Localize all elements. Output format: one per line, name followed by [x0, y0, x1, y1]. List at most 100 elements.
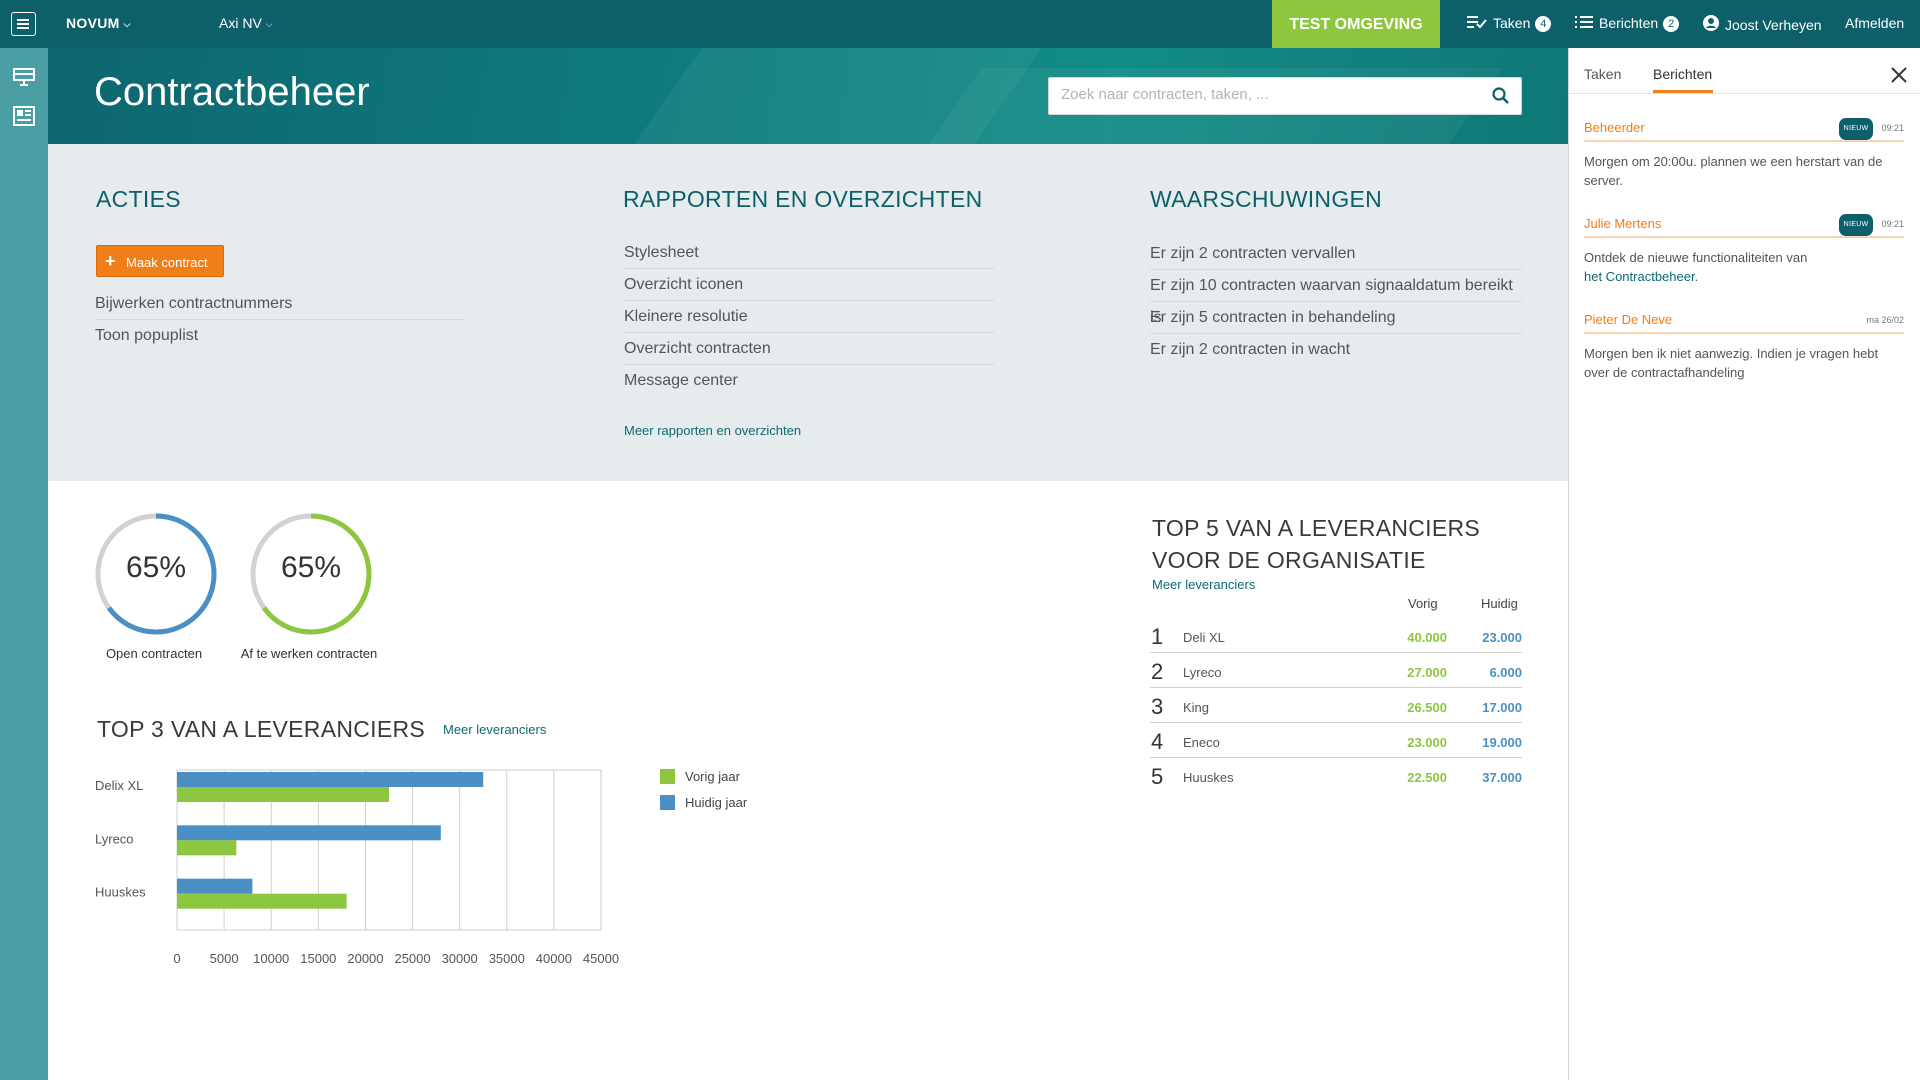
messages-label: Berichten [1599, 15, 1659, 31]
message-sender: Beheerder [1584, 120, 1645, 135]
x-tick-label: 25000 [394, 951, 430, 966]
message-meta: NIEUW 09:21 [1838, 118, 1904, 140]
user-menu[interactable]: Joost Verheyen [1703, 15, 1822, 35]
page-title: Contractbeheer [94, 70, 370, 114]
top3-more-link[interactable]: Meer leveranciers [443, 722, 546, 737]
report-item[interactable]: Overzicht contracten [624, 333, 994, 365]
organisation-label: Axi NV [219, 15, 262, 31]
bar [177, 787, 389, 802]
gauge-label: Af te werken contracten [240, 646, 378, 661]
supplier-name: King [1183, 700, 1210, 715]
tab-tasks[interactable]: Taken [1584, 66, 1621, 82]
cur-value: 6.000 [1489, 665, 1522, 680]
table-header: Vorig Huidig [1150, 596, 1522, 618]
environment-banner: TEST OMGEVING [1272, 0, 1440, 48]
report-item[interactable]: Message center [624, 365, 994, 397]
action-update-numbers[interactable]: Bijwerken contractnummers [95, 288, 465, 320]
table-row[interactable]: 1 Deli XL 40.000 23.000 [1150, 618, 1522, 653]
gauge-value: 65% [280, 551, 342, 584]
legend-swatch [660, 769, 675, 784]
bar-chart-svg: 0 5000 10000 15000 20000 25000 30000 35000 40000… [95, 769, 619, 966]
new-badge: NIEUW [1838, 214, 1874, 236]
brand-selector[interactable]: NOVUM ⌵ [66, 15, 131, 31]
page-header: Contractbeheer [48, 48, 1568, 144]
messages-link[interactable]: Berichten 2 [1575, 15, 1680, 33]
message-meta: ma 26/02 [1866, 310, 1904, 330]
report-item[interactable]: Stylesheet [624, 237, 994, 269]
user-name: Joost Verheyen [1725, 17, 1822, 33]
left-rail [0, 48, 48, 1080]
search-box [1048, 77, 1522, 115]
x-tick-label: 30000 [442, 951, 478, 966]
search-icon[interactable] [1491, 86, 1511, 106]
more-reports-link[interactable]: Meer rapporten en overzichten [624, 423, 801, 438]
search-input[interactable] [1061, 86, 1481, 103]
tasks-count-badge: 4 [1535, 16, 1552, 32]
open-contracts-gauge: 65% [93, 511, 219, 637]
prev-value: 27.000 [1407, 665, 1447, 680]
table-row[interactable]: 2 Lyreco 27.000 6.000 [1150, 653, 1522, 688]
supplier-name: Eneco [1183, 735, 1220, 750]
top5-more-link[interactable]: Meer leveranciers [1152, 577, 1255, 592]
bar [177, 772, 484, 787]
legend-cur-year: Huidig jaar [660, 795, 747, 810]
actions-section: ACTIES + Maak contract Bijwerken contrac… [48, 144, 1568, 481]
gauge-value: 65% [125, 551, 187, 584]
message-header: Beheerder NIEUW 09:21 [1584, 118, 1904, 142]
menu-icon[interactable] [11, 12, 36, 36]
supplier-name: Lyreco [1183, 665, 1222, 680]
message-header: Pieter De Neve ma 26/02 [1584, 310, 1904, 334]
logout-link[interactable]: Afmelden [1845, 15, 1904, 31]
warning-item[interactable]: Er zijn 2 contracten vervallen [1150, 238, 1522, 270]
report-item[interactable]: Overzicht iconen [624, 269, 994, 301]
message-text-tail: . [1694, 269, 1699, 284]
user-icon [1703, 15, 1719, 35]
x-tick-label: 45000 [583, 951, 619, 966]
message-item[interactable]: Beheerder NIEUW 09:21 Morgen om 20:00u. p… [1584, 118, 1904, 190]
cur-value: 23.000 [1482, 630, 1522, 645]
top3-title: TOP 3 VAN A LEVERANCIERS [97, 716, 426, 742]
dashboard-icon[interactable] [13, 106, 35, 126]
close-icon[interactable] [1890, 66, 1908, 84]
x-tick-label: 15000 [300, 951, 336, 966]
bar [177, 878, 253, 894]
monitor-icon[interactable] [13, 68, 35, 88]
messages-panel: Taken Berichten Beheerder NIEUW 09:21 Mor… [1568, 48, 1920, 1080]
organisation-selector[interactable]: Axi NV ⌵ [219, 15, 273, 31]
tasks-link[interactable]: Taken 4 [1467, 15, 1552, 33]
message-body: Ontdek de nieuwe functionaliteiten van he… [1584, 248, 1904, 286]
top-bar: NOVUM ⌵ Axi NV ⌵ TEST OMGEVING Taken 4 Beri… [0, 0, 1920, 48]
bar [177, 825, 441, 841]
tab-messages[interactable]: Berichten [1653, 66, 1712, 82]
reports-title: RAPPORTEN EN OVERZICHTEN [623, 186, 983, 212]
messages-count-badge: 2 [1663, 16, 1680, 32]
report-item[interactable]: Kleinere resolutie [624, 301, 994, 333]
warnings-title: WAARSCHUWINGEN [1150, 186, 1383, 212]
warning-item[interactable]: Er zijn 2 contracten in wacht [1150, 334, 1522, 366]
message-item[interactable]: Pieter De Neve ma 26/02 Morgen ben ik ni… [1584, 310, 1904, 382]
legend-label: Huidig jaar [685, 795, 748, 810]
x-tick-label: 35000 [489, 951, 525, 966]
actions-title: ACTIES [96, 186, 181, 212]
top5-title: TOP 5 VAN A LEVERANCIERS VOOR DE ORGANIS… [1152, 512, 1480, 576]
x-tick-label: 5000 [210, 951, 239, 966]
warning-item[interactable]: Er zijn 10 contracten waarvan signaaldat… [1150, 270, 1522, 326]
warning-item[interactable]: Er zijn 5 contracten in behandeling [1150, 302, 1522, 334]
table-row[interactable]: 5 Huuskes 22.500 37.000 [1150, 758, 1522, 793]
category-label: Lyreco [96, 831, 134, 846]
message-item[interactable]: Julie Mertens NIEUW 09:21 Ontdek de nieuw… [1584, 214, 1904, 286]
message-time: 09:21 [1881, 219, 1904, 229]
cur-value: 17.000 [1482, 700, 1522, 715]
cur-value: 37.000 [1482, 770, 1522, 785]
legend-swatch [660, 795, 675, 810]
bar [177, 893, 347, 909]
prev-value: 40.000 [1407, 630, 1447, 645]
table-row[interactable]: 4 Eneco 23.000 19.000 [1150, 723, 1522, 758]
x-tick-label: 20000 [347, 951, 383, 966]
action-show-popuplist[interactable]: Toon popuplist [95, 320, 465, 352]
table-row[interactable]: 3 King 26.500 17.000 [1150, 688, 1522, 723]
message-meta: NIEUW 09:21 [1838, 214, 1904, 236]
message-link[interactable]: het Contractbeheer [1584, 269, 1695, 284]
create-contract-button[interactable]: + Maak contract [96, 245, 224, 277]
legend-prev-year: Vorig jaar [660, 769, 740, 784]
